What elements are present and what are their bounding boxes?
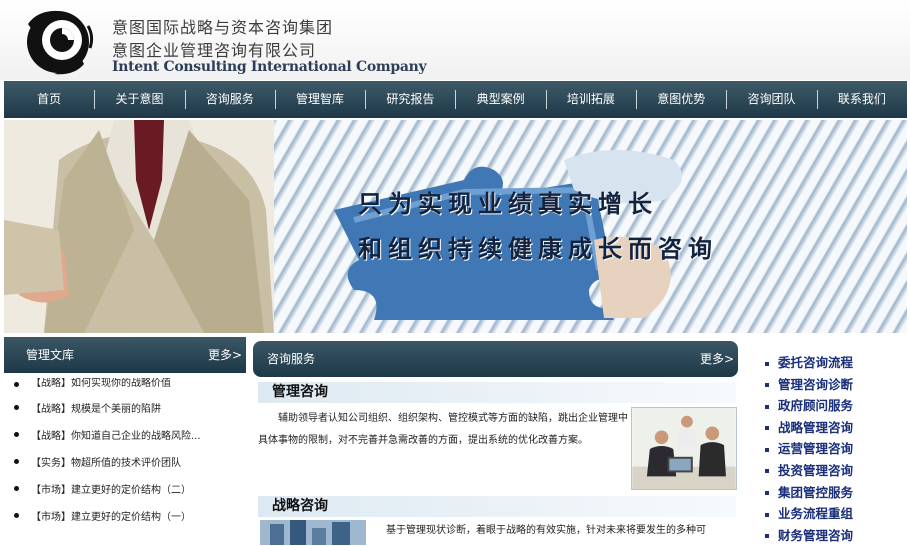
service-link-strategy[interactable]: 战略管理咨询: [765, 417, 853, 439]
nav-case-studies[interactable]: 典型案例: [455, 81, 545, 118]
bullet-icon: [14, 432, 19, 437]
bullet-icon: [14, 381, 19, 387]
nav-training[interactable]: 培训拓展: [545, 81, 636, 118]
nav-consulting-services[interactable]: 咨询服务: [184, 81, 275, 118]
banner-slogan-line2: 和组织持续健康成长而咨询: [358, 234, 718, 263]
library-item[interactable]: 【战略】你知道自己企业的战略风险...: [14, 427, 246, 454]
library-item[interactable]: 【市场】建立更好的定价结构（一）: [14, 508, 246, 535]
library-more-link[interactable]: 更多>: [208, 337, 242, 373]
nav-research-reports[interactable]: 研究报告: [365, 81, 455, 118]
library-item[interactable]: 【市场】建立更好的定价结构（二）: [14, 481, 246, 508]
service-link-entrust-process[interactable]: 委托咨询流程: [765, 352, 853, 374]
service-link-diagnosis[interactable]: 管理咨询诊断: [765, 374, 853, 396]
square-bullet-icon: [765, 404, 769, 409]
swirl-logo-icon[interactable]: [18, 6, 100, 76]
square-bullet-icon: [765, 383, 769, 388]
nav-about[interactable]: 关于意图: [94, 81, 184, 118]
square-bullet-icon: [765, 361, 769, 366]
library-item[interactable]: 【战略】如何实现你的战略价值: [14, 378, 246, 400]
square-bullet-icon: [765, 491, 769, 496]
library-panel-header: 管理文库 更多>: [4, 337, 246, 373]
strategy-consulting-heading[interactable]: 战略咨询: [258, 496, 736, 517]
square-bullet-icon: [765, 534, 769, 539]
city-buildings-photo: [260, 520, 366, 545]
hero-banner: [4, 120, 907, 333]
bullet-icon: [14, 405, 19, 410]
library-item[interactable]: 【实务】物超所值的技术评价团队: [14, 454, 246, 481]
businessman-handshake-image: [4, 120, 274, 333]
service-link-investment[interactable]: 投资管理咨询: [765, 460, 853, 482]
nav-home[interactable]: 首页: [4, 81, 94, 118]
company-name-english: Intent Consulting International Company: [112, 59, 427, 75]
nav-think-tank[interactable]: 管理智库: [274, 81, 365, 118]
management-consulting-text: 辅助领导者认知公司组织、组织架构、管控模式等方面的缺陷，跳出企业管理中具体事物的…: [258, 413, 628, 446]
bullet-icon: [14, 486, 19, 491]
banner-slogan-line1: 只为实现业绩真实增长: [358, 189, 658, 218]
bullet-icon: [14, 459, 19, 464]
services-more-link[interactable]: 更多>: [700, 341, 734, 377]
square-bullet-icon: [765, 512, 769, 517]
company-name-1: 意图国际战略与资本咨询集团: [112, 18, 334, 37]
management-consulting-heading[interactable]: 管理咨询: [258, 382, 736, 403]
service-link-group-control[interactable]: 集团管控服务: [765, 482, 853, 504]
main-nav: 首页 关于意图 咨询服务 管理智库 研究报告 典型案例 培训拓展 意图优势 咨询…: [4, 81, 907, 118]
service-link-finance[interactable]: 财务管理咨询: [765, 525, 853, 546]
strategy-consulting-text: 基于管理现状诊断，着眼于战略的有效实施，针对未来将要发生的多种可: [386, 525, 706, 536]
bullet-icon: [14, 513, 19, 518]
square-bullet-icon: [765, 447, 769, 452]
square-bullet-icon: [765, 426, 769, 431]
service-links-list: 委托咨询流程 管理咨询诊断 政府顾问服务 战略管理咨询 运营管理咨询 投资管理咨…: [765, 352, 853, 546]
services-title: 咨询服务: [267, 352, 316, 366]
services-panel-header: 咨询服务 更多>: [253, 341, 738, 377]
nav-advantages[interactable]: 意图优势: [636, 81, 726, 118]
service-link-operations[interactable]: 运营管理咨询: [765, 438, 853, 460]
site-header: 意图国际战略与资本咨询集团 意图企业管理咨询有限公司 Intent Consul…: [0, 0, 910, 80]
library-item[interactable]: 【战略】规模是个美丽的陷阱: [14, 400, 246, 427]
nav-contact[interactable]: 联系我们: [816, 81, 907, 118]
service-link-process-reengineering[interactable]: 业务流程重组: [765, 503, 853, 525]
business-meeting-photo: [631, 407, 737, 490]
service-link-gov-advisory[interactable]: 政府顾问服务: [765, 395, 853, 417]
nav-team[interactable]: 咨询团队: [726, 81, 816, 118]
library-list: 【战略】如何实现你的战略价值 【战略】规模是个美丽的陷阱 【战略】你知道自己企业…: [14, 378, 246, 535]
company-name-2: 意图企业管理咨询有限公司: [112, 41, 317, 60]
library-title: 管理文库: [26, 348, 75, 362]
square-bullet-icon: [765, 469, 769, 474]
